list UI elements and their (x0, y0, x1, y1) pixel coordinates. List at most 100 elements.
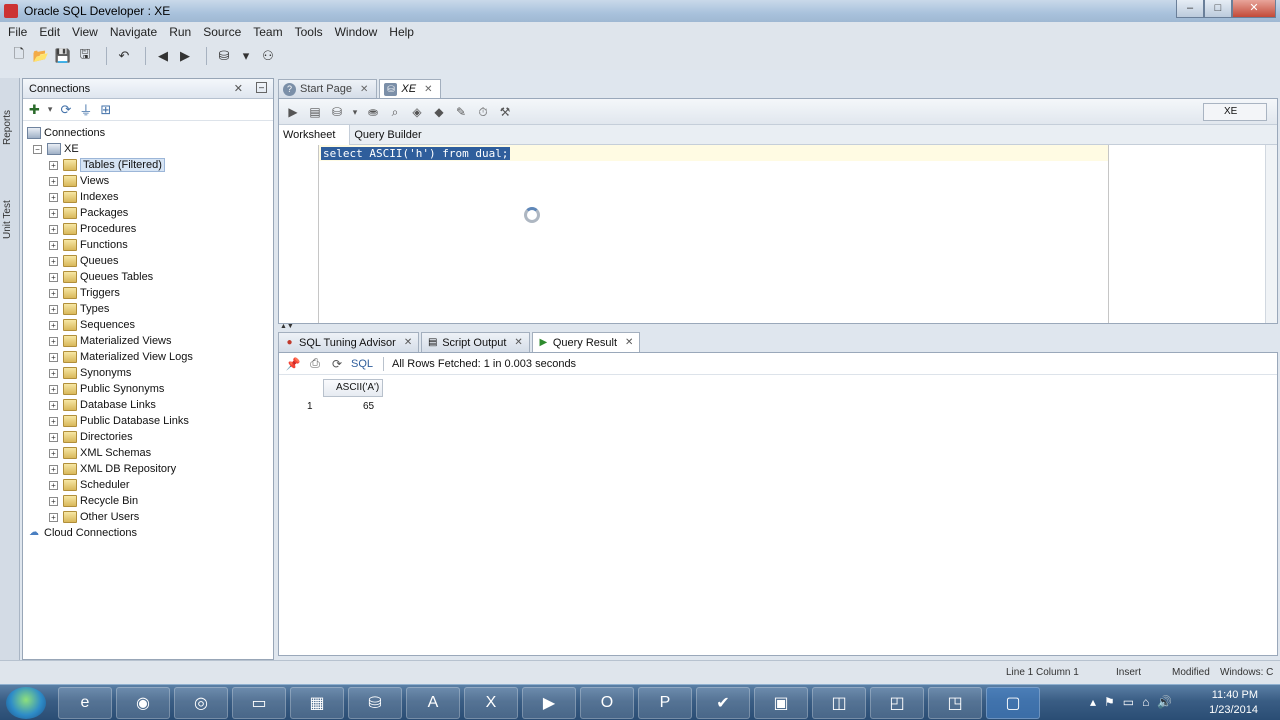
tab-sql-tuning-advisor[interactable]: ● SQL Tuning Advisor ✕ (278, 332, 420, 352)
clock-time[interactable]: 11:40 PM (1212, 689, 1258, 701)
expand-icon[interactable]: + (49, 176, 58, 186)
expand-icon[interactable]: + (49, 240, 58, 250)
menu-team[interactable]: Team (253, 25, 282, 39)
recorder-icon[interactable]: ◳ (928, 687, 982, 719)
tree-node-materialized-views[interactable]: + Materialized Views (23, 333, 273, 349)
connection-selector[interactable]: XE (1203, 103, 1267, 121)
tree-node-database-links[interactable]: + Database Links (23, 397, 273, 413)
close-icon[interactable]: ✕ (424, 84, 432, 95)
tab-xe[interactable]: ⛁ XE ✕ (379, 79, 442, 98)
dropdown-arrow-icon[interactable]: ▾ (48, 104, 53, 115)
powerpoint-icon[interactable]: P (638, 687, 692, 719)
expand-icon[interactable]: + (49, 304, 58, 314)
close-icon[interactable]: ✕ (514, 337, 522, 348)
format-icon[interactable]: ⚒ (497, 104, 513, 120)
sql-worksheet-icon[interactable]: ⚇ (259, 47, 277, 65)
checkmark-app-icon[interactable]: ✔ (696, 687, 750, 719)
expand-icon[interactable]: + (49, 432, 58, 442)
menu-help[interactable]: Help (389, 25, 414, 39)
expand-icon[interactable]: + (49, 400, 58, 410)
result-cell[interactable]: 65 (363, 401, 374, 412)
maximize-button[interactable]: □ (1204, 0, 1232, 18)
tree-node-packages[interactable]: + Packages (23, 205, 273, 221)
file-explorer-icon[interactable]: ▭ (232, 687, 286, 719)
minimize-icon[interactable]: – (256, 82, 267, 93)
remote-desktop-icon[interactable]: ◰ (870, 687, 924, 719)
pin-icon[interactable]: 📌 (285, 357, 301, 371)
print-icon[interactable]: ⎙ (307, 356, 323, 371)
tree-node-xml-db-repository[interactable]: + XML DB Repository (23, 461, 273, 477)
menu-navigate[interactable]: Navigate (110, 25, 157, 39)
expand-icon[interactable]: + (49, 272, 58, 282)
close-button[interactable]: ✕ (1232, 0, 1276, 18)
expand-icon[interactable]: + (49, 448, 58, 458)
tab-worksheet[interactable]: Worksheet (279, 124, 351, 145)
history-icon[interactable]: ⏱ (475, 104, 491, 120)
menu-run[interactable]: Run (169, 25, 191, 39)
tree-node-views[interactable]: + Views (23, 173, 273, 189)
calculator-icon[interactable]: ▦ (290, 687, 344, 719)
expand-icon[interactable]: + (49, 288, 58, 298)
rollback-icon[interactable]: ⛂ (365, 104, 381, 120)
tree-node-other-users[interactable]: + Other Users (23, 509, 273, 525)
expand-icon[interactable]: + (49, 160, 58, 170)
tree-node-queues[interactable]: + Queues (23, 253, 273, 269)
sql-link[interactable]: SQL (351, 358, 373, 370)
run-script-icon[interactable]: ▤ (307, 104, 323, 120)
tree-node-functions[interactable]: + Functions (23, 237, 273, 253)
expand-icon[interactable]: + (49, 480, 58, 490)
expand-icon[interactable]: + (49, 320, 58, 330)
expand-icon[interactable]: + (49, 464, 58, 474)
tree-node-triggers[interactable]: + Triggers (23, 285, 273, 301)
column-header[interactable]: ASCII('A') (323, 379, 383, 397)
expand-icon[interactable]: + (49, 512, 58, 522)
tree-node-connections[interactable]: Connections (23, 125, 273, 141)
tab-query-builder[interactable]: Query Builder (350, 125, 435, 145)
expand-icon[interactable]: + (49, 208, 58, 218)
dropdown-arrow-icon[interactable]: ▾ (237, 47, 255, 65)
menu-source[interactable]: Source (203, 25, 241, 39)
close-icon[interactable]: ✕ (360, 84, 368, 95)
open-folder-icon[interactable]: 📂 (32, 47, 50, 65)
tree-node-procedures[interactable]: + Procedures (23, 221, 273, 237)
expand-icon[interactable]: + (49, 352, 58, 362)
sql-statement[interactable]: select ASCII('h') from dual; (321, 147, 511, 160)
tray-icons[interactable]: ▴⚑▭⌂🔊 (1090, 695, 1180, 709)
filter-icon[interactable]: ⏚ (79, 100, 92, 119)
sql-developer-icon[interactable]: ⛁ (348, 687, 402, 719)
outlook-icon[interactable]: O (580, 687, 634, 719)
tree-node-types[interactable]: + Types (23, 301, 273, 317)
save-icon[interactable]: 💾 (54, 47, 72, 65)
tab-script-output[interactable]: ▤ Script Output ✕ (421, 332, 530, 352)
explain-plan-icon[interactable]: ⌕ (387, 104, 403, 120)
tree-node-synonyms[interactable]: + Synonyms (23, 365, 273, 381)
expand-icon[interactable]: + (49, 224, 58, 234)
excel-icon[interactable]: X (464, 687, 518, 719)
back-icon[interactable]: ◀ (154, 47, 172, 65)
menu-view[interactable]: View (72, 25, 98, 39)
terminal-icon[interactable]: ▣ (754, 687, 808, 719)
refresh-icon[interactable]: ⟳ (329, 357, 345, 371)
dropdown-arrow-icon[interactable]: ▾ (351, 104, 359, 120)
menu-window[interactable]: Window (335, 25, 378, 39)
tree-node-xml-schemas[interactable]: + XML Schemas (23, 445, 273, 461)
tree-node-xe[interactable]: − XE (23, 141, 273, 157)
tree-node-scheduler[interactable]: + Scheduler (23, 477, 273, 493)
sql-tuning-icon[interactable]: ◆ (431, 104, 447, 120)
forward-icon[interactable]: ▶ (176, 47, 194, 65)
tree-node-cloud-connections[interactable]: ☁ Cloud Connections (23, 525, 273, 541)
clock-date[interactable]: 1/23/2014 (1209, 704, 1258, 716)
access-icon[interactable]: A (406, 687, 460, 719)
commit-icon[interactable]: ⛁ (329, 104, 345, 120)
expand-icon[interactable]: + (49, 496, 58, 506)
minimize-button[interactable]: – (1176, 0, 1204, 18)
code-editor[interactable]: select ASCII('h') from dual; (279, 145, 1277, 323)
close-icon[interactable]: ✕ (234, 82, 243, 95)
refresh-icon[interactable]: ⟳ (60, 102, 71, 118)
collapse-icon[interactable]: − (33, 144, 42, 154)
menu-file[interactable]: File (8, 25, 27, 39)
expand-icon[interactable]: + (49, 368, 58, 378)
clear-icon[interactable]: ✎ (453, 104, 469, 120)
undo-icon[interactable]: ↶ (115, 47, 133, 65)
tab-query-result[interactable]: ▶ Query Result ✕ (531, 332, 641, 352)
